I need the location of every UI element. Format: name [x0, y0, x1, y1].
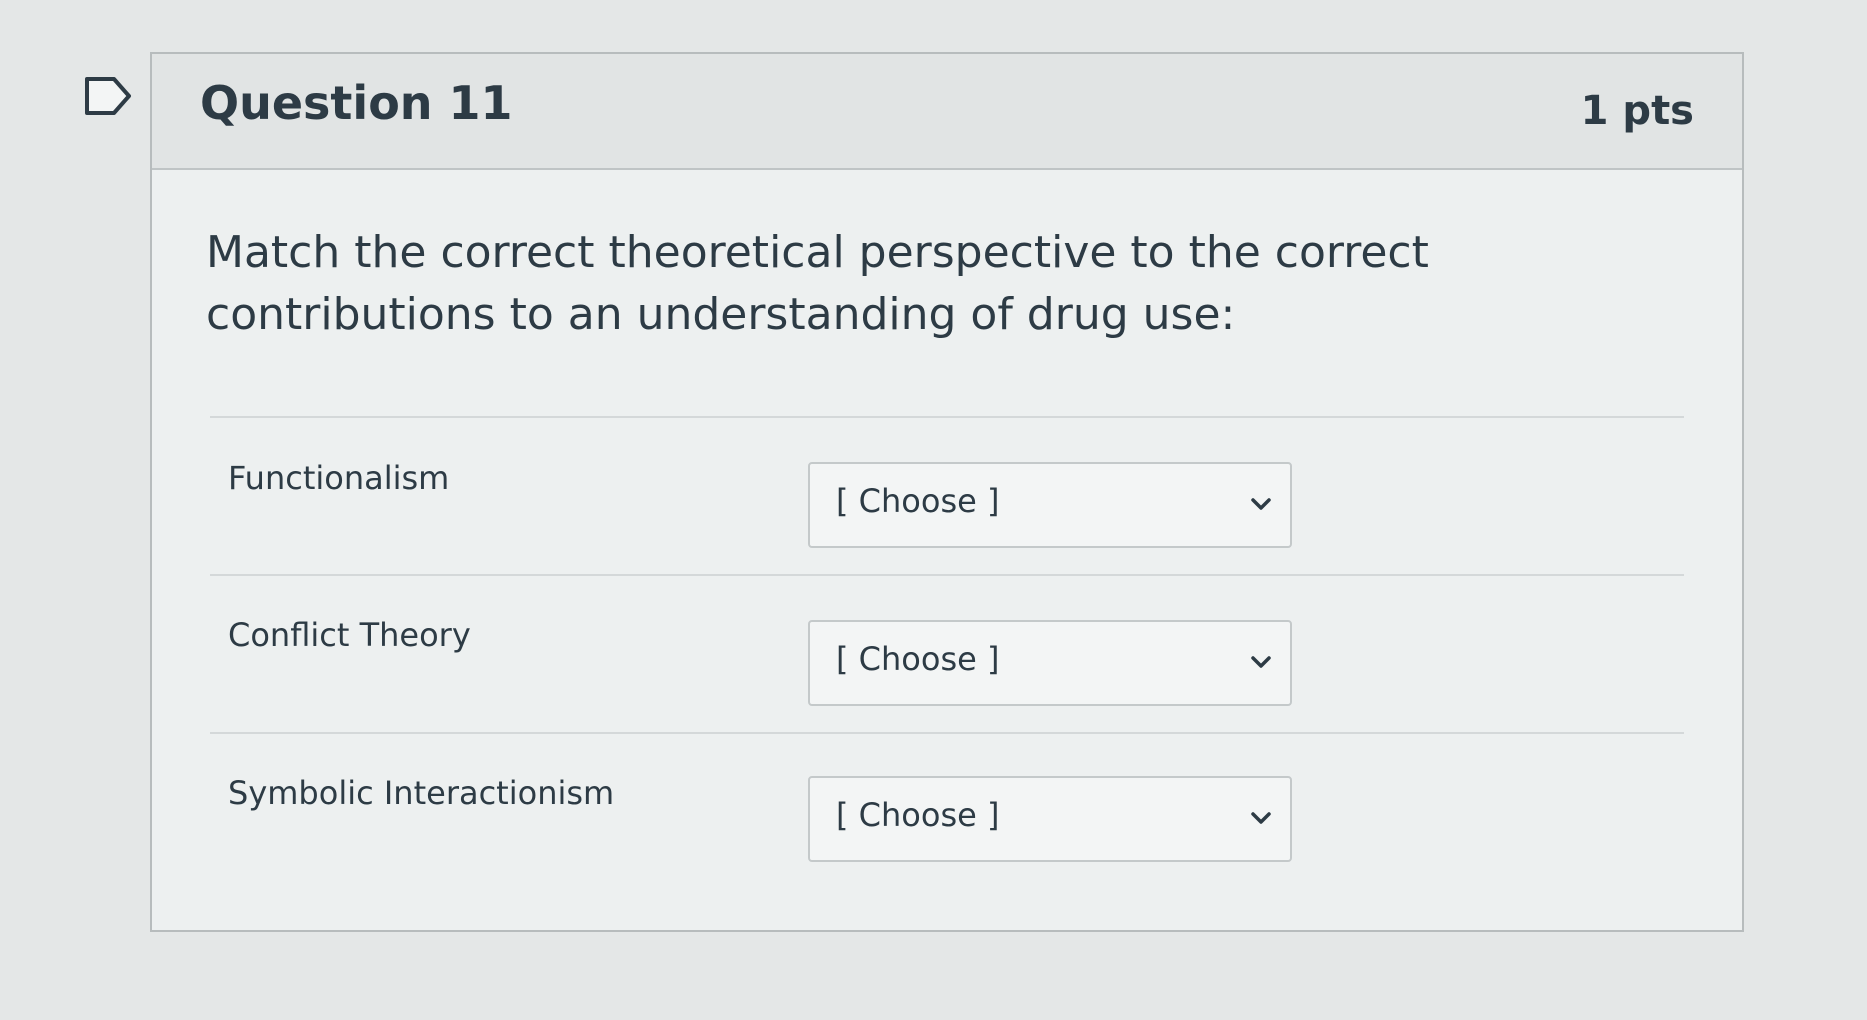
- question-prompt: Match the correct theoretical perspectiv…: [206, 227, 1429, 340]
- chevron-down-icon: [1251, 498, 1271, 510]
- match-label-symbolic-interactionism: Symbolic Interactionism: [228, 774, 615, 812]
- select-value: [ Choose ]: [836, 640, 1000, 678]
- match-label-conflict-theory: Conflict Theory: [228, 616, 471, 654]
- question-card: Question 11 1 pts Match the correct theo…: [150, 52, 1744, 932]
- divider: [210, 416, 1684, 418]
- question-title: Question 11: [200, 76, 513, 130]
- bookmark-flag-icon[interactable]: [84, 76, 132, 116]
- question-header: Question 11 1 pts: [152, 54, 1742, 170]
- divider: [210, 574, 1684, 576]
- chevron-down-icon: [1251, 656, 1271, 668]
- divider: [210, 732, 1684, 734]
- chevron-down-icon: [1251, 812, 1271, 824]
- answer-select-conflict-theory[interactable]: [ Choose ]: [808, 620, 1292, 706]
- question-points: 1 pts: [1580, 88, 1694, 134]
- select-value: [ Choose ]: [836, 796, 1000, 834]
- match-label-functionalism: Functionalism: [228, 459, 450, 497]
- answer-select-functionalism[interactable]: [ Choose ]: [808, 462, 1292, 548]
- answer-select-symbolic-interactionism[interactable]: [ Choose ]: [808, 776, 1292, 862]
- select-value: [ Choose ]: [836, 482, 1000, 520]
